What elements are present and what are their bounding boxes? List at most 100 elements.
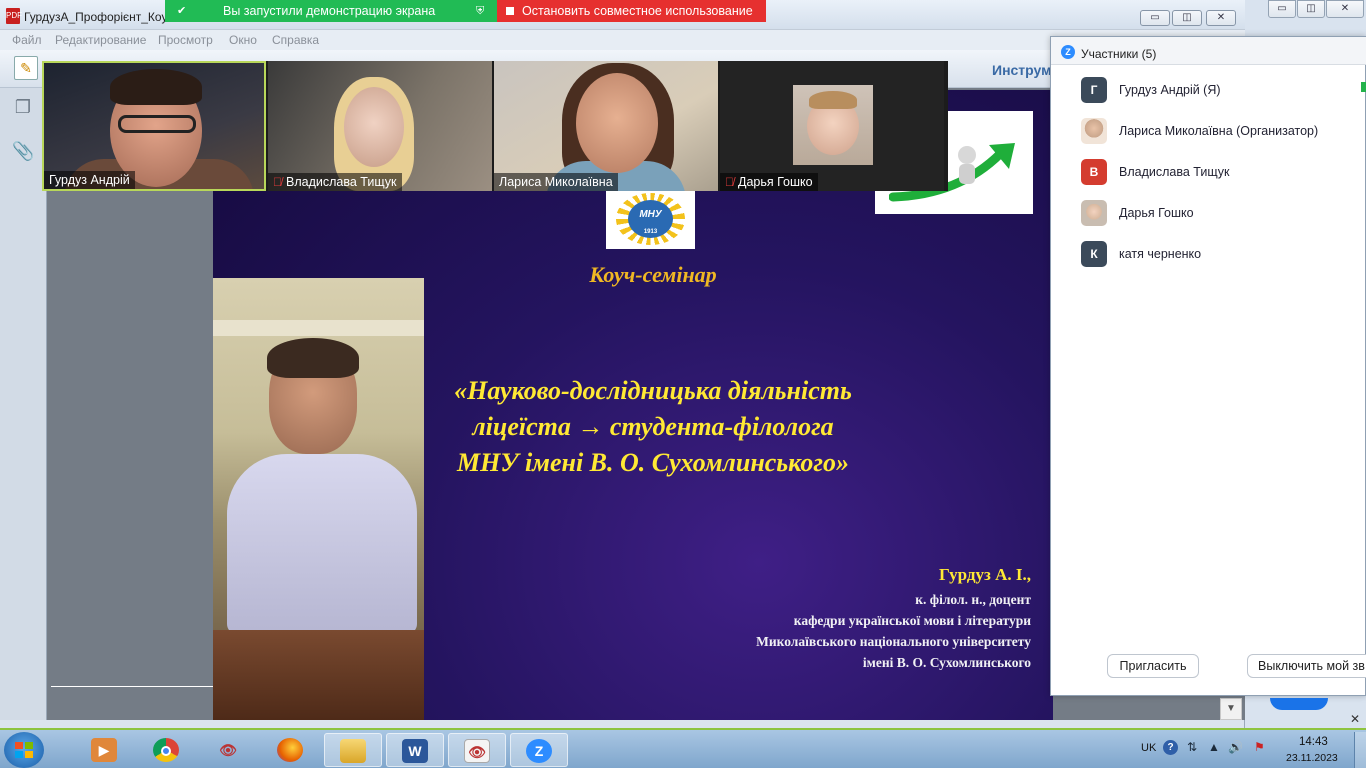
- restore-button[interactable]: ◫: [1172, 10, 1202, 26]
- participant-row[interactable]: Лариса Миколаївна (Организатор): [1051, 114, 1366, 148]
- participant-row[interactable]: Г Гурдуз Андрій (Я): [1051, 73, 1366, 107]
- video-tile-name: Лариса Миколаївна: [494, 173, 618, 191]
- taskbar-firefox[interactable]: [262, 733, 320, 767]
- minimize-icon[interactable]: ▭: [1268, 0, 1296, 18]
- participant-name: катя черненко: [1119, 247, 1202, 261]
- muted-mic-icon: 🎙̸: [273, 175, 282, 189]
- start-button[interactable]: [4, 732, 44, 768]
- participant-avatar: [1081, 200, 1107, 226]
- slide-title-line-1: «Науково-дослідницька діяльність: [454, 376, 852, 405]
- video-tile-name-text: Дарья Гошко: [738, 175, 813, 189]
- logo-year: 1913: [643, 229, 658, 235]
- photo-wall-molding: [213, 320, 424, 336]
- network-icon[interactable]: ⇅: [1187, 740, 1197, 754]
- attachment-icon[interactable]: 📎: [12, 140, 34, 162]
- clock-date[interactable]: 23.11.2023: [1286, 752, 1338, 764]
- menu-help[interactable]: Справка: [272, 33, 319, 47]
- scroll-down-button[interactable]: ▼: [1220, 698, 1242, 720]
- zoom-video-strip: Гурдуз Андрій 🎙̸ Владислава Тищук Лариса …: [42, 61, 948, 191]
- stop-icon: [506, 7, 514, 15]
- close-button[interactable]: ✕: [1206, 10, 1236, 26]
- video-person-face: [576, 73, 658, 173]
- mute-myself-button[interactable]: Выключить мой зв: [1247, 654, 1366, 678]
- presenter-photo: [213, 278, 424, 720]
- video-person-hair: [110, 69, 202, 105]
- taskbar-file-explorer[interactable]: [324, 733, 382, 767]
- shield-icon[interactable]: ⛨: [476, 0, 484, 22]
- taskbar-chrome[interactable]: [138, 733, 196, 767]
- show-hidden-icons[interactable]: ▲: [1208, 740, 1220, 754]
- open-file-icon[interactable]: ✎: [14, 56, 38, 80]
- pages-icon[interactable]: ❐: [12, 96, 34, 118]
- author-info-line-4: імені В. О. Сухомлинського: [862, 655, 1031, 670]
- navigation-panel: ❐ 📎: [0, 88, 47, 720]
- glasses-icon: [118, 115, 196, 133]
- video-tile-name: Гурдуз Андрій: [44, 171, 135, 189]
- participant-name: Лариса Миколаївна (Организатор): [1119, 124, 1319, 138]
- muted-mic-icon: 🎙̸: [725, 175, 734, 189]
- university-logo: МНУ 1913: [606, 189, 695, 249]
- video-tile-name-text: Гурдуз Андрій: [49, 173, 130, 187]
- taskbar-eye-viewer[interactable]: 👁: [200, 733, 258, 767]
- screen-share-status: Вы запустили демонстрацию экрана: [223, 4, 436, 18]
- pdf-icon: PDF: [6, 8, 22, 24]
- restore-icon[interactable]: ◫: [1297, 0, 1325, 18]
- tools-pane-link[interactable]: Инструм: [992, 62, 1052, 78]
- background-window-controls: ▭ ◫ ✕: [1262, 0, 1366, 20]
- invite-button[interactable]: Пригласить: [1107, 654, 1199, 678]
- stop-share-button[interactable]: Остановить совместное использование: [497, 0, 766, 22]
- close-icon[interactable]: ✕: [1350, 712, 1360, 726]
- taskbar-document-viewer[interactable]: 👁: [448, 733, 506, 767]
- participant-avatar: В: [1081, 159, 1107, 185]
- video-tile-name: 🎙̸ Владислава Тищук: [268, 173, 402, 191]
- photo-hair: [267, 338, 359, 378]
- clock-time[interactable]: 14:43: [1299, 736, 1328, 748]
- zoom-logo-icon: Z: [1061, 45, 1075, 59]
- acrobat-window-title: ГурдузА_Профорієнт_Коу: [24, 10, 168, 24]
- participant-name: Гурдуз Андрій (Я): [1119, 83, 1221, 97]
- windows-logo-icon: [15, 742, 33, 758]
- menu-view[interactable]: Просмотр: [158, 33, 213, 47]
- flag-icon[interactable]: ⚑: [1254, 740, 1265, 754]
- video-tile[interactable]: 🎙̸ Владислава Тищук: [268, 61, 492, 191]
- video-tile-name-text: Лариса Миколаївна: [499, 175, 613, 189]
- menu-file[interactable]: Файл: [12, 33, 42, 47]
- taskbar-word[interactable]: W: [386, 733, 444, 767]
- volume-icon[interactable]: 🔊: [1228, 740, 1243, 754]
- logo-text: МНУ: [639, 209, 662, 220]
- participant-row[interactable]: В Владислава Тищук: [1051, 155, 1366, 189]
- close-icon[interactable]: ✕: [1326, 0, 1364, 18]
- document-viewer-icon: 👁: [464, 739, 490, 763]
- participant-row[interactable]: К катя черненко: [1051, 237, 1366, 271]
- participant-name: Дарья Гошко: [1119, 206, 1194, 220]
- slide-author: Гурдуз А. І.,: [939, 565, 1031, 584]
- language-indicator[interactable]: UK: [1141, 742, 1156, 754]
- floating-action-button[interactable]: [1270, 698, 1328, 710]
- slide-title-line-2: ліцеїста → студента-філолога: [472, 412, 834, 441]
- participants-header: Z Участники (5): [1051, 37, 1366, 65]
- help-icon[interactable]: ?: [1163, 740, 1178, 755]
- minimize-button[interactable]: ▭: [1140, 10, 1170, 26]
- taskbar-media-player[interactable]: ▶: [76, 733, 134, 767]
- author-info-line-1: к. філол. н., доцент: [915, 592, 1031, 607]
- participant-name: Владислава Тищук: [1119, 165, 1230, 179]
- file-explorer-icon: [340, 739, 366, 763]
- participant-avatar: К: [1081, 241, 1107, 267]
- slide-subtitle: Коуч-семінар: [589, 262, 717, 287]
- video-tile[interactable]: Гурдуз Андрій: [42, 61, 266, 191]
- video-tile[interactable]: 🎙̸ Дарья Гошко: [720, 61, 944, 191]
- menu-edit[interactable]: Редактирование: [55, 33, 146, 47]
- menu-window[interactable]: Окно: [229, 33, 257, 47]
- share-status-icon: ✔: [177, 5, 187, 17]
- show-desktop-button[interactable]: [1354, 732, 1366, 768]
- video-tile[interactable]: Лариса Миколаївна: [494, 61, 718, 191]
- profile-picture: [793, 85, 873, 165]
- participant-row[interactable]: Дарья Гошко: [1051, 196, 1366, 230]
- participant-avatar: [1081, 118, 1107, 144]
- firefox-icon: [277, 738, 303, 762]
- speaking-indicator: [1361, 82, 1366, 92]
- video-tile-name: 🎙̸ Дарья Гошко: [720, 173, 818, 191]
- zoom-icon: Z: [526, 739, 552, 763]
- photo-shirt: [227, 454, 417, 634]
- taskbar-zoom[interactable]: Z: [510, 733, 568, 767]
